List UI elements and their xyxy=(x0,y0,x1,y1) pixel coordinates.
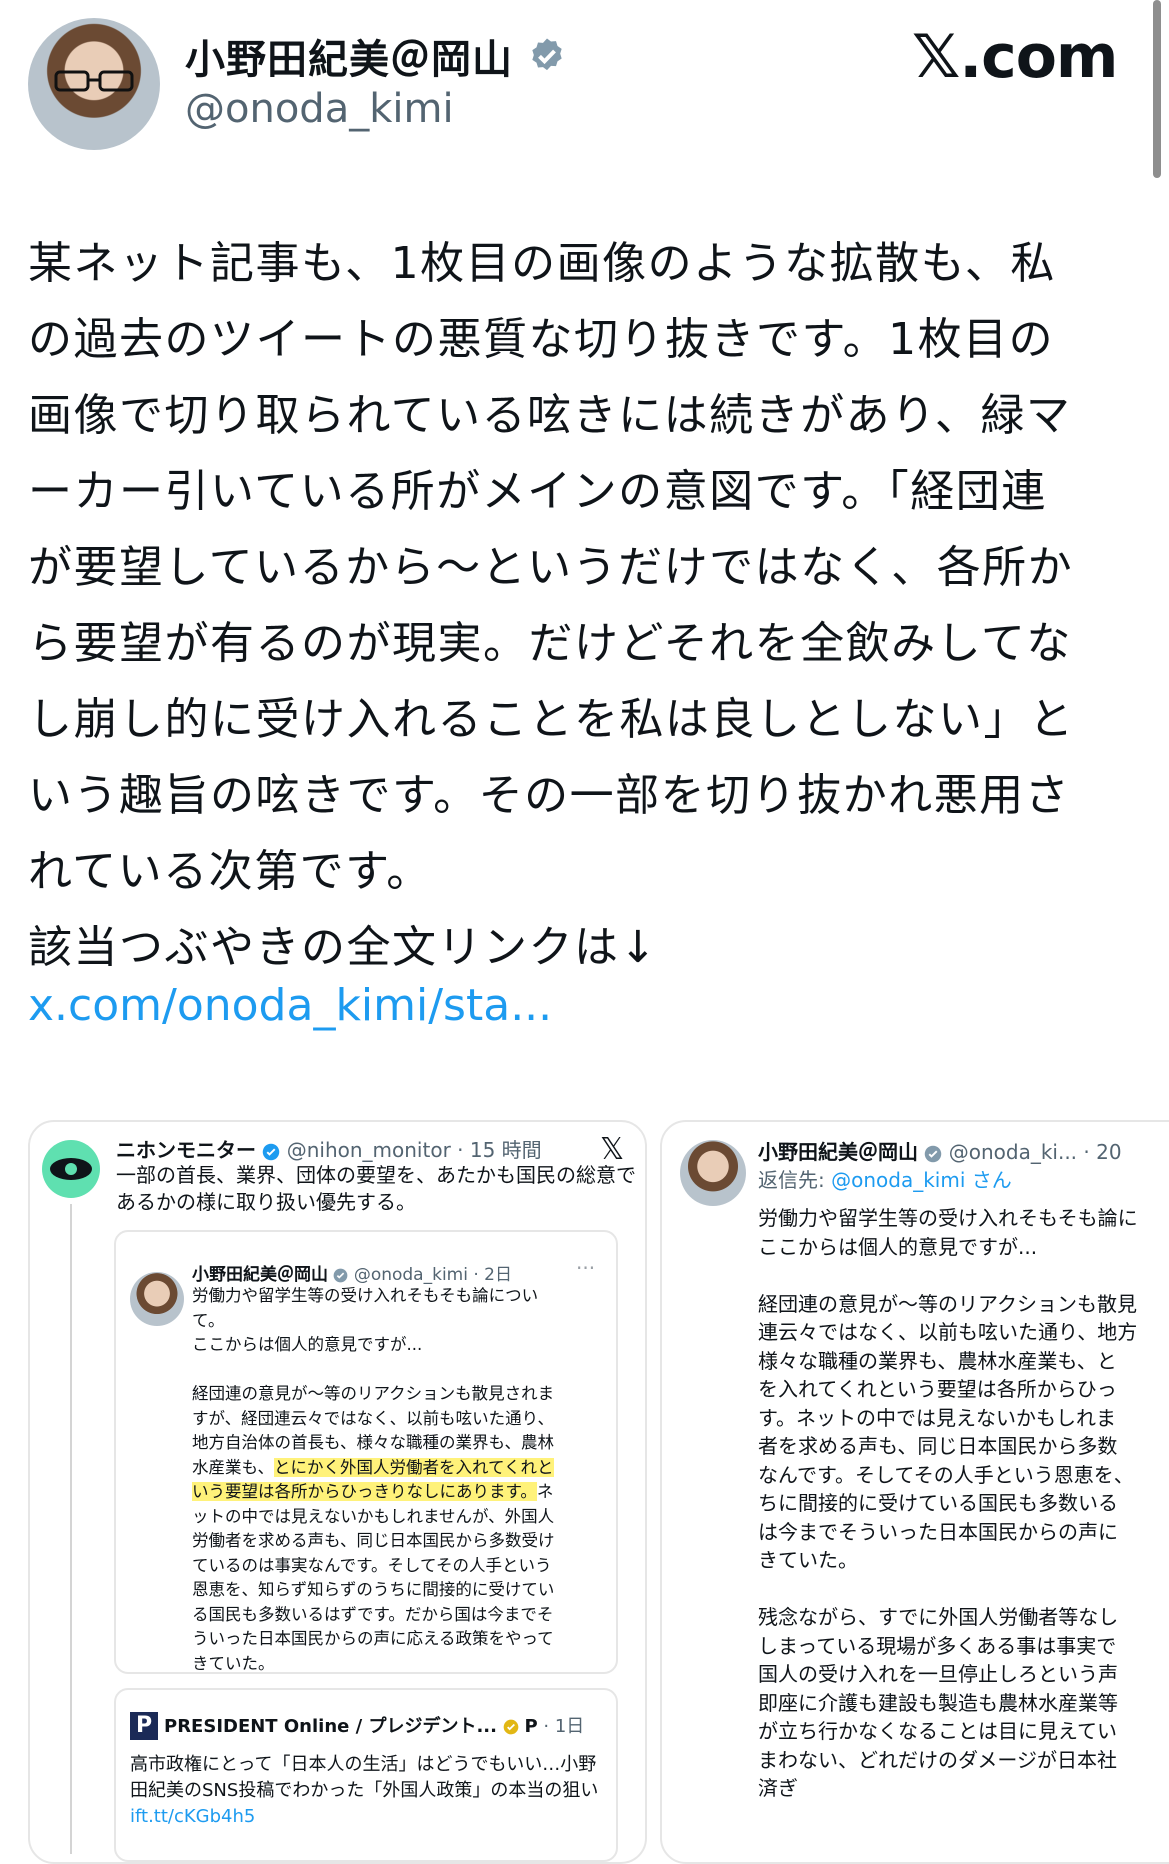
president-logo: P xyxy=(130,1712,158,1740)
glasses-graphic xyxy=(54,70,134,92)
president-online-card: P PRESIDENT Online / プレジデント... P · 1日 高市… xyxy=(114,1688,618,1862)
reply-text: 労働力や留学生等の受け入れそもそも論に ここからは個人的意見ですが... 経団連… xyxy=(758,1206,1138,1800)
quote-text-before: 労働力や留学生等の受け入れそもそも論につい て。 ここからは個人的意見ですが..… xyxy=(192,1286,555,1477)
reply-prefix: 返信先: xyxy=(758,1168,832,1192)
verified-badge-icon xyxy=(925,1145,942,1162)
president-time: · 1日 xyxy=(543,1716,585,1737)
quote-text: 労働力や留学生等の受け入れそもそも論につい て。 ここからは個人的意見ですが..… xyxy=(192,1284,592,1676)
nm-text: 一部の首長、業界、団体の要望を、あたかも国民の総意であるかの様に取り扱い優先する… xyxy=(116,1163,636,1214)
media-card-left[interactable]: ニホンモニター @nihon_monitor · 15 時間 𝕏 一部の首長、業… xyxy=(28,1120,647,1864)
quote-author: 小野田紀美＠岡山 xyxy=(192,1265,328,1285)
more-icon: ··· xyxy=(576,1256,596,1280)
quote-handle: @onoda_kimi xyxy=(353,1265,468,1285)
tweet-link[interactable]: x.com/onoda_kimi/sta... xyxy=(28,980,552,1031)
author-handle[interactable]: @onoda_kimi xyxy=(185,86,454,132)
president-text: 高市政権にとって「日本人の生活」はどうでもいい…小野田紀美のSNS投稿でわかった… xyxy=(130,1754,599,1801)
nm-handle: @nihon_monitor xyxy=(286,1138,451,1162)
scrollbar[interactable] xyxy=(1153,0,1161,178)
president-header: PRESIDENT Online / プレジデント... P · 1日 xyxy=(164,1712,604,1738)
author-name-row: 小野田紀美＠岡山 xyxy=(185,28,567,84)
reply-author: 小野田紀美＠岡山 xyxy=(758,1140,918,1164)
x-logo: 𝕏.com xyxy=(912,22,1118,92)
president-badge: P xyxy=(524,1716,538,1737)
reply-header: 小野田紀美＠岡山 @onoda_ki... · 20 xyxy=(758,1136,1169,1165)
nihon-monitor-avatar xyxy=(42,1140,100,1198)
quoted-tweet: 小野田紀美＠岡山 @onoda_kimi · 2日 ··· 労働力や留学生等の受… xyxy=(114,1230,618,1674)
reply-to-line: 返信先: @onoda_kimi さん xyxy=(758,1164,1012,1193)
reply-to-link: @onoda_kimi さん xyxy=(831,1168,1012,1192)
verified-badge-icon xyxy=(263,1143,280,1160)
verified-badge-icon xyxy=(503,1719,519,1735)
reply-time: · 20 xyxy=(1083,1140,1122,1164)
reply-avatar xyxy=(680,1140,746,1206)
verified-badge-icon xyxy=(334,1268,348,1282)
quote-header: 小野田紀美＠岡山 @onoda_kimi · 2日 xyxy=(192,1260,592,1285)
tweet-text: 某ネット記事も、1枚目の画像のような拡散も、私 の過去のツイートの悪質な切り抜き… xyxy=(28,238,1075,973)
nm-time: · 15 時間 xyxy=(457,1138,542,1162)
profile-avatar[interactable] xyxy=(28,18,160,150)
verified-badge-icon xyxy=(532,38,562,71)
president-url: ift.tt/cKGb4h5 xyxy=(130,1806,256,1827)
quote-text-after: ネ ットの中では見えないかもしれませんが、外国人 労働者を求める声も、同じ日本国… xyxy=(192,1482,555,1673)
nm-author: ニホンモニター xyxy=(116,1138,256,1162)
quote-avatar xyxy=(130,1272,184,1326)
quote-time: · 2日 xyxy=(473,1265,512,1285)
nm-header: ニホンモニター @nihon_monitor · 15 時間 xyxy=(116,1134,616,1163)
author-name[interactable]: 小野田紀美＠岡山 xyxy=(185,27,513,85)
reply-handle: @onoda_ki... xyxy=(948,1140,1078,1164)
president-source: PRESIDENT Online / プレジデント... xyxy=(164,1716,497,1737)
thread-line xyxy=(70,1204,72,1854)
media-card-right[interactable]: 小野田紀美＠岡山 @onoda_ki... · 20 返信先: @onoda_k… xyxy=(660,1120,1169,1864)
